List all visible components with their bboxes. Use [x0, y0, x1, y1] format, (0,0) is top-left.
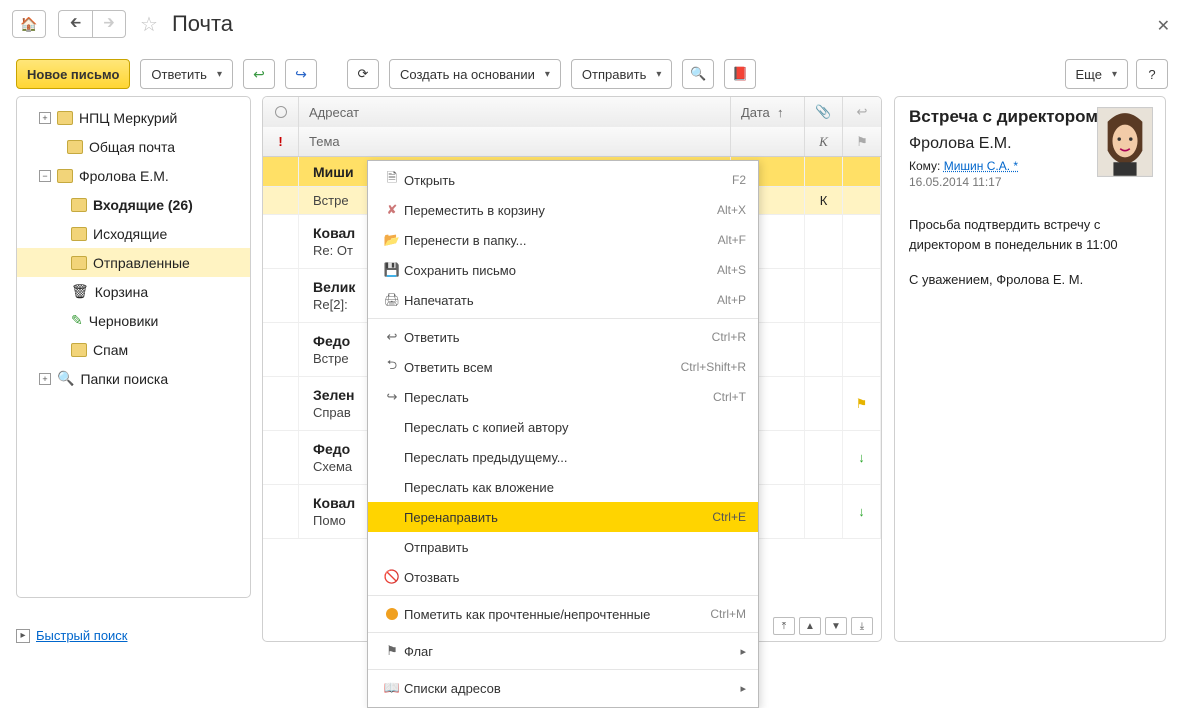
address-book-icon: 📖 — [380, 680, 404, 696]
tree-row-inbox[interactable]: Входящие (26) — [17, 190, 250, 219]
col-date[interactable]: Дата ↑ — [731, 97, 805, 127]
forward-icon-button[interactable]: ↪ — [285, 59, 317, 89]
reply-button[interactable]: Ответить▾ — [140, 59, 233, 89]
folder-move-icon: 📂 — [380, 232, 404, 248]
ctx-to-trash[interactable]: ✘Переместить в корзинуAlt+X — [368, 195, 758, 225]
drafts-icon: ✎ — [71, 312, 83, 329]
folder-tree: +НПЦ Меркурий Общая почта −Фролова Е.М. … — [16, 96, 251, 598]
reply-all-icon-button[interactable]: ↩ — [243, 59, 275, 89]
reply-all-icon: ⮌ — [380, 356, 404, 378]
list-header-row2: ! Тема К ⚑ — [263, 127, 881, 157]
nav-last-icon[interactable]: ⤓ — [851, 617, 873, 635]
search-button[interactable]: 🔍 — [682, 59, 714, 89]
col-reply-state-icon[interactable]: ↩ — [843, 97, 881, 127]
folder-icon — [71, 256, 87, 270]
ctx-print[interactable]: 🖨НапечататьAlt+P — [368, 285, 758, 315]
tree-row-trash[interactable]: 🗑Корзина — [17, 277, 250, 306]
col-attachment-icon[interactable]: 📎 — [805, 97, 843, 127]
col-addressee[interactable]: Адресат — [299, 97, 731, 127]
forward-icon: ↪ — [380, 389, 404, 405]
tree-row-outbox[interactable]: Исходящие — [17, 219, 250, 248]
trash-icon: 🗑 — [71, 283, 89, 300]
help-button[interactable]: ? — [1136, 59, 1168, 89]
col-flag-icon[interactable]: ⚑ — [843, 127, 881, 156]
preview-pane: Встреча с директором Фролова Е.М. Кому: … — [894, 96, 1166, 642]
trash-move-icon: ✘ — [380, 202, 404, 218]
folder-icon — [57, 111, 73, 125]
forward-button[interactable]: 🡲 — [92, 10, 126, 38]
home-button[interactable]: 🏠 — [12, 10, 46, 38]
submenu-arrow-icon: ▸ — [740, 682, 746, 695]
radio-placeholder-icon — [275, 106, 287, 118]
col-category[interactable]: К — [805, 127, 843, 156]
nav-up-icon[interactable]: ▲ — [799, 617, 821, 635]
ctx-reply-all[interactable]: ⮌Ответить всемCtrl+Shift+R — [368, 352, 758, 382]
nav-down-icon[interactable]: ▼ — [825, 617, 847, 635]
ctx-open[interactable]: 🗎ОткрытьF2 — [368, 165, 758, 195]
context-menu: 🗎ОткрытьF2 ✘Переместить в корзинуAlt+X 📂… — [367, 160, 759, 708]
submenu-arrow-icon: ▸ — [740, 645, 746, 658]
ctx-recall[interactable]: 🚫Отозвать — [368, 562, 758, 592]
favorite-star-icon[interactable]: ☆ — [140, 12, 158, 37]
open-icon: 🗎 — [380, 169, 404, 191]
folder-icon — [71, 198, 87, 212]
create-based-on-button[interactable]: Создать на основании▾ — [389, 59, 561, 89]
search-icon: 🔍 — [57, 370, 74, 387]
ctx-mark-read[interactable]: Пометить как прочтенные/непрочтенныеCtrl… — [368, 599, 758, 629]
preview-to-link[interactable]: Мишин С.А. * — [944, 159, 1018, 173]
list-header-row1: Адресат Дата ↑ 📎 ↩ — [263, 97, 881, 127]
more-button[interactable]: Еще▾ — [1065, 59, 1128, 89]
col-importance-icon[interactable]: ! — [263, 127, 299, 156]
folder-icon — [71, 227, 87, 241]
close-icon[interactable]: ✕ — [1157, 16, 1170, 36]
ctx-forward-prev[interactable]: Переслать предыдущему... — [368, 442, 758, 472]
dot-icon — [380, 608, 404, 620]
folder-icon — [57, 169, 73, 183]
refresh-button[interactable]: ⟳ — [347, 59, 379, 89]
back-button[interactable]: 🡰 — [58, 10, 92, 38]
ctx-forward[interactable]: ↪ПереслатьCtrl+T — [368, 382, 758, 412]
ctx-forward-cc[interactable]: Переслать с копией автору — [368, 412, 758, 442]
reply-icon: ↩ — [380, 329, 404, 345]
tree-row-shared[interactable]: Общая почта — [17, 132, 250, 161]
folder-icon — [71, 343, 87, 357]
arrow-down-green-icon: ↓ — [843, 431, 881, 484]
new-mail-button[interactable]: Новое письмо — [16, 59, 130, 89]
avatar — [1097, 107, 1153, 177]
list-nav-buttons: ⤒ ▲ ▼ ⤓ — [773, 617, 873, 635]
preview-body: Просьба подтвердить встречу с директором… — [909, 215, 1151, 290]
ctx-move-to[interactable]: 📂Перенести в папку...Alt+F — [368, 225, 758, 255]
print-icon: 🖨 — [380, 292, 404, 308]
tree-row-spam[interactable]: Спам — [17, 335, 250, 364]
chevron-right-icon: ▸ — [16, 629, 30, 643]
tree-row-user[interactable]: −Фролова Е.М. — [17, 161, 250, 190]
address-book-button[interactable]: 📕 — [724, 59, 756, 89]
folder-icon — [67, 140, 83, 154]
tree-row-sent[interactable]: Отправленные — [17, 248, 250, 277]
titlebar: 🏠 🡰 🡲 ☆ Почта ✕ — [0, 0, 1184, 48]
flag-icon: ⚑ — [380, 643, 404, 659]
tree-row-drafts[interactable]: ✎Черновики — [17, 306, 250, 335]
ctx-redirect[interactable]: ПеренаправитьCtrl+E — [368, 502, 758, 532]
ctx-send[interactable]: Отправить — [368, 532, 758, 562]
preview-date: 16.05.2014 11:17 — [909, 175, 1151, 189]
tree-row-search-folders[interactable]: +🔍Папки поиска — [17, 364, 250, 393]
send-button[interactable]: Отправить▾ — [571, 59, 673, 89]
ctx-save[interactable]: 💾Сохранить письмоAlt+S — [368, 255, 758, 285]
arrow-down-green-icon: ↓ — [843, 485, 881, 538]
no-entry-icon: 🚫 — [380, 569, 404, 585]
flag-yellow-icon: ⚑ — [843, 377, 881, 430]
ctx-addr-lists-submenu[interactable]: 📖Списки адресов▸ — [368, 673, 758, 703]
ctx-flag-submenu[interactable]: ⚑Флаг▸ — [368, 636, 758, 666]
quick-search-link[interactable]: ▸ Быстрый поиск — [16, 628, 128, 643]
ctx-reply[interactable]: ↩ОтветитьCtrl+R — [368, 322, 758, 352]
page-title: Почта — [172, 11, 233, 37]
save-icon: 💾 — [380, 262, 404, 278]
toolbar: Новое письмо Ответить▾ ↩ ↪ ⟳ Создать на … — [0, 52, 1184, 96]
nav-first-icon[interactable]: ⤒ — [773, 617, 795, 635]
tree-row-org[interactable]: +НПЦ Меркурий — [17, 103, 250, 132]
ctx-forward-attach[interactable]: Переслать как вложение — [368, 472, 758, 502]
col-subject[interactable]: Тема — [299, 127, 731, 156]
